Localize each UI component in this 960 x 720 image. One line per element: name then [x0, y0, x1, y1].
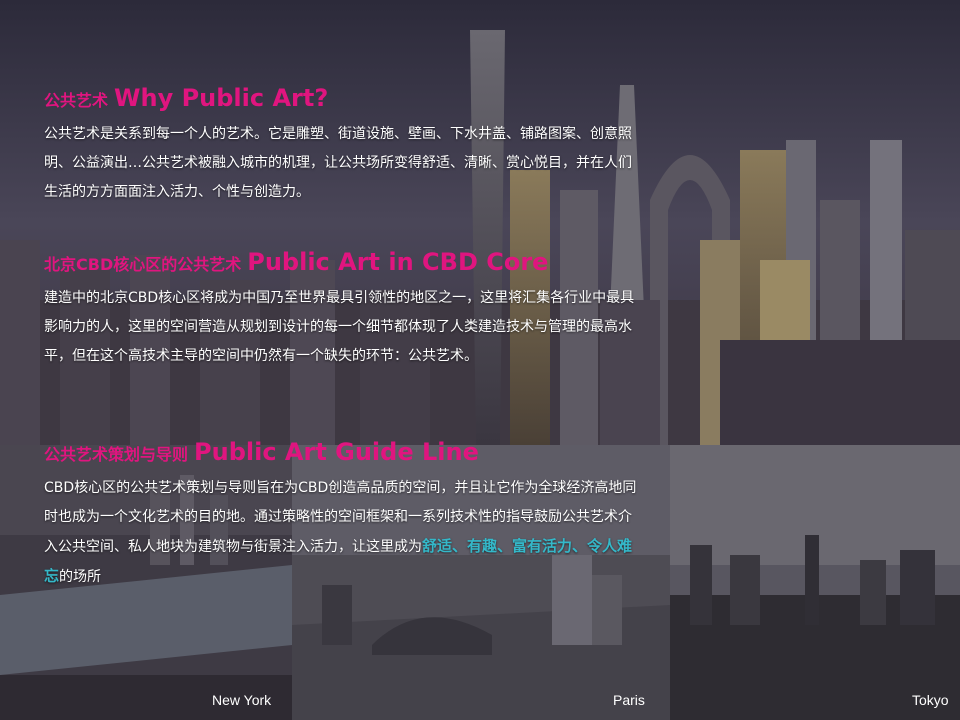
section-public-art-guide-line: 公共艺术策划与导则 Public Art Guide Line CBD核心区的公共…: [44, 438, 644, 592]
heading-en: Why Public Art?: [114, 84, 329, 112]
section-heading: 公共艺术 Why Public Art?: [44, 84, 644, 112]
heading-zh: 公共艺术: [44, 91, 109, 110]
paragraph-text-after: 的场所: [59, 569, 102, 585]
heading-en: Public Art Guide Line: [194, 438, 479, 466]
heading-zh: 公共艺术策划与导则: [44, 445, 189, 464]
section-public-art-cbd-core: 北京CBD核心区的公共艺术 Public Art in CBD Core 建造中的…: [44, 248, 644, 371]
section-heading: 北京CBD核心区的公共艺术 Public Art in CBD Core: [44, 248, 644, 276]
section-paragraph: 建造中的北京CBD核心区将成为中国乃至世界最具引领性的地区之一，这里将汇集各行业…: [44, 290, 635, 364]
slide: New York Paris Tokyo 公共艺术 Why Public Art…: [0, 0, 960, 720]
heading-zh: 北京CBD核心区的公共艺术: [44, 255, 242, 274]
paris-label: Paris: [613, 692, 645, 708]
section-why-public-art: 公共艺术 Why Public Art? 公共艺术是关系到每一个人的艺术。它是雕塑…: [44, 84, 644, 207]
section-heading: 公共艺术策划与导则 Public Art Guide Line: [44, 438, 644, 466]
background-skyline-image: [0, 0, 960, 445]
heading-en: Public Art in CBD Core: [247, 248, 549, 276]
tokyo-photo: Tokyo: [670, 445, 960, 720]
tokyo-label: Tokyo: [912, 692, 949, 708]
section-paragraph: 公共艺术是关系到每一个人的艺术。它是雕塑、街道设施、壁画、下水井盖、铺路图案、创…: [44, 126, 632, 200]
new-york-label: New York: [212, 692, 272, 708]
section-paragraph: CBD核心区的公共艺术策划与导则旨在为CBD创造高品质的空间，并且让它作为全球经…: [44, 474, 644, 592]
